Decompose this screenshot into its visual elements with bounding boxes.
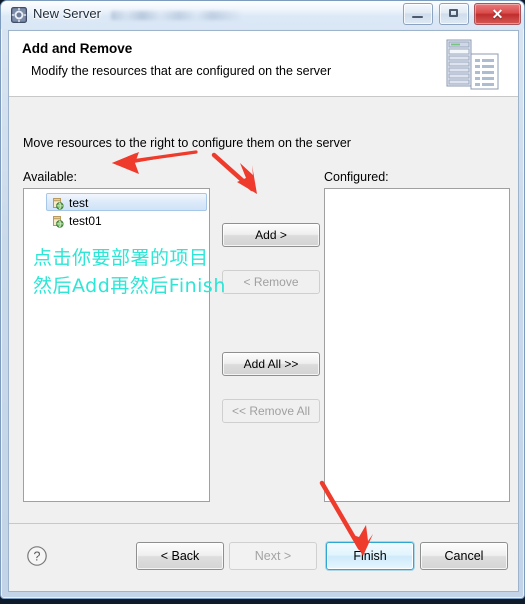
minimize-button[interactable]: [403, 3, 434, 25]
help-icon[interactable]: ?: [26, 545, 48, 567]
available-list[interactable]: test test01: [23, 188, 210, 502]
svg-text:?: ?: [34, 550, 41, 564]
maximize-button[interactable]: [438, 3, 469, 25]
instruction-text: Move resources to the right to configure…: [23, 136, 351, 150]
page-title: Add and Remove: [22, 41, 133, 56]
remove-button: < Remove: [222, 270, 320, 294]
wizard-page-header: Add and Remove Modify the resources that…: [9, 31, 518, 97]
list-item[interactable]: test: [46, 193, 207, 211]
remove-all-button: << Remove All: [222, 399, 320, 423]
list-item-label: test: [69, 196, 89, 210]
back-button[interactable]: < Back: [136, 542, 224, 570]
cancel-button[interactable]: Cancel: [420, 542, 508, 570]
window-controls: ✕: [402, 3, 521, 25]
configured-list[interactable]: [324, 188, 510, 502]
server-gear-icon: [11, 7, 27, 23]
new-server-dialog-window: New Server ✕ Add and Remove Modify the r…: [0, 0, 525, 599]
page-subtitle: Modify the resources that are configured…: [31, 64, 332, 78]
close-button[interactable]: ✕: [474, 3, 521, 25]
list-item[interactable]: test01: [46, 211, 207, 229]
web-project-icon: [50, 196, 64, 210]
close-icon: ✕: [491, 6, 504, 22]
window-title: New Server: [33, 6, 101, 21]
available-list-items: test test01: [24, 189, 209, 229]
title-bar[interactable]: New Server ✕: [1, 1, 524, 29]
add-all-button[interactable]: Add All >>: [222, 352, 320, 376]
server-and-document-icon: [441, 38, 503, 92]
next-button: Next >: [229, 542, 317, 570]
list-item-label: test01: [69, 214, 102, 228]
add-button[interactable]: Add >: [222, 223, 320, 247]
web-project-icon: [50, 214, 64, 228]
available-list-label: Available:: [23, 170, 77, 184]
title-bar-blurred-path: [111, 11, 241, 20]
dialog-footer: ? < Back Next > Finish Cancel: [9, 523, 518, 591]
configured-list-label: Configured:: [324, 170, 389, 184]
dialog-client-area: Add and Remove Modify the resources that…: [8, 30, 519, 592]
finish-button[interactable]: Finish: [326, 542, 414, 570]
wizard-page-body: Move resources to the right to configure…: [9, 98, 518, 523]
